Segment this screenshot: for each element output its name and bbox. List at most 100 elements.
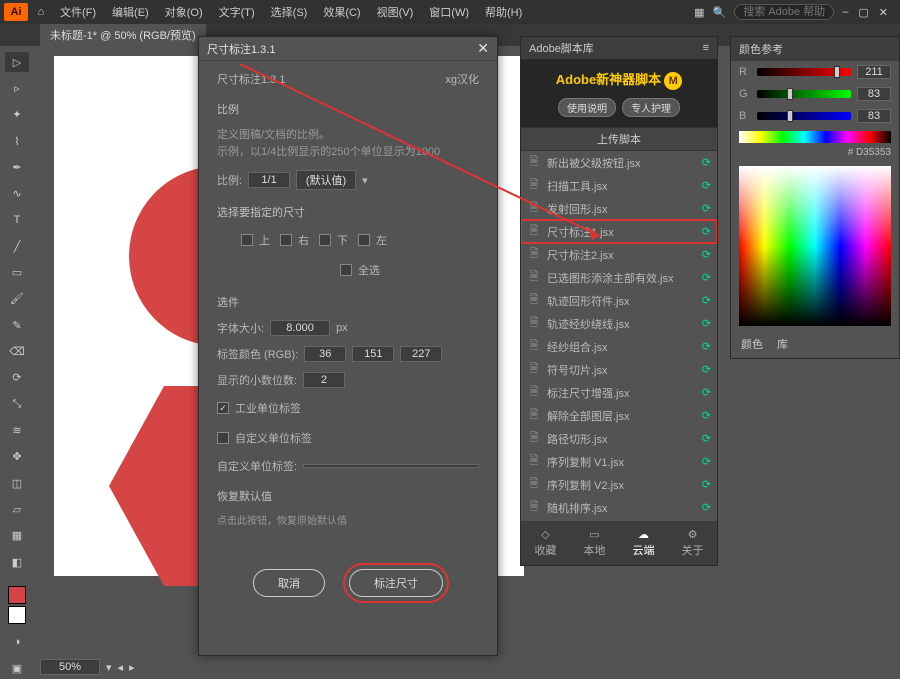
gradient-tool-icon[interactable]: ◧ [5,552,29,572]
download-icon[interactable]: ⟳ [702,478,711,491]
hex-value[interactable]: # D35353 [731,147,899,162]
chk-bottom[interactable] [319,234,331,246]
search-input[interactable] [734,4,834,20]
menu-select[interactable]: 选择(S) [265,1,314,23]
cancel-button[interactable]: 取消 [253,569,325,597]
download-icon[interactable]: ⟳ [702,156,711,169]
foot-favorite[interactable]: ◇收藏 [521,521,570,565]
font-size-input[interactable]: 8.000 [270,320,330,336]
close-icon[interactable]: ✕ [879,6,888,19]
script-row[interactable]: 🗎发射回形.jsx⟳ [521,197,717,220]
shape-builder-tool-icon[interactable]: ◫ [5,473,29,493]
download-icon[interactable]: ⟳ [702,294,711,307]
screen-mode-icon[interactable]: ▣ [5,659,29,679]
perspective-tool-icon[interactable]: ▱ [5,499,29,519]
width-tool-icon[interactable]: ≋ [5,420,29,440]
shaper-tool-icon[interactable]: ✎ [5,315,29,335]
r-slider[interactable] [757,68,851,76]
selection-tool-icon[interactable]: ▷ [5,52,29,72]
menu-help[interactable]: 帮助(H) [479,1,528,23]
line-tool-icon[interactable]: ╱ [5,236,29,256]
download-icon[interactable]: ⟳ [702,386,711,399]
script-row[interactable]: 🗎符号切片.jsx⟳ [521,358,717,381]
script-row[interactable]: 🗎轨迹经纱绕线.jsx⟳ [521,312,717,335]
script-row[interactable]: 🗎已选图形添涂主部有效.jsx⟳ [521,266,717,289]
rotate-tool-icon[interactable]: ⟳ [5,368,29,388]
foot-local[interactable]: ▭本地 [570,521,619,565]
download-icon[interactable]: ⟳ [702,225,711,238]
chevron-down-icon[interactable]: ▾ [362,174,368,187]
pen-tool-icon[interactable]: ✒ [5,157,29,177]
script-row[interactable]: 🗎序列复制 V2.jsx⟳ [521,473,717,496]
ratio-input[interactable]: 1/1 [248,172,290,188]
wand-tool-icon[interactable]: ✦ [5,105,29,125]
lasso-tool-icon[interactable]: ⌇ [5,131,29,151]
menu-type[interactable]: 文字(T) [213,1,261,23]
foot-cloud[interactable]: ☁云端 [619,521,668,565]
dialog-close-icon[interactable]: ✕ [477,40,489,57]
color-r-input[interactable]: 36 [304,346,346,362]
menu-effect[interactable]: 效果(C) [317,1,366,23]
rectangle-tool-icon[interactable]: ▭ [5,263,29,283]
g-value[interactable]: 83 [857,87,891,101]
zoom-level[interactable]: 50% [40,659,100,675]
zoom-dropdown-icon[interactable]: ▾ [106,661,112,674]
home-icon[interactable]: ⌂ [32,3,50,21]
draw-mode-icon[interactable]: ◑ [5,632,29,652]
tab-library[interactable]: 库 [777,336,788,352]
menu-file[interactable]: 文件(F) [54,1,102,23]
download-icon[interactable]: ⟳ [702,409,711,422]
script-row[interactable]: 🗎尺寸标注2.jsx⟳ [521,243,717,266]
color-g-input[interactable]: 151 [352,346,394,362]
script-list[interactable]: 🗎新出被父级按钮.jsx⟳🗎扫描工具.jsx⟳🗎发射回形.jsx⟳🗎尺寸标注1.… [521,151,717,565]
chk-industrial[interactable] [217,402,229,414]
chk-all[interactable] [340,264,352,276]
script-row[interactable]: 🗎新出被父级按钮.jsx⟳ [521,151,717,174]
minimize-icon[interactable]: – [842,6,848,19]
download-icon[interactable]: ⟳ [702,432,711,445]
download-icon[interactable]: ⟳ [702,271,711,284]
ratio-default-select[interactable]: (默认值) [296,170,356,190]
curvature-tool-icon[interactable]: ∿ [5,184,29,204]
brush-tool-icon[interactable]: 🖌 [5,289,29,309]
script-row[interactable]: 🗎路径切形.jsx⟳ [521,427,717,450]
download-icon[interactable]: ⟳ [702,317,711,330]
b-value[interactable]: 83 [857,109,891,123]
color-field[interactable] [739,166,891,326]
eraser-tool-icon[interactable]: ⌫ [5,341,29,361]
document-tab[interactable]: 未标题-1* @ 50% (RGB/预览) [40,24,206,46]
decimals-input[interactable]: 2 [303,372,345,388]
script-row[interactable]: 🗎标注尺寸增强.jsx⟳ [521,381,717,404]
g-slider[interactable] [757,90,851,98]
spectrum-strip[interactable] [739,131,891,143]
script-row[interactable]: 🗎解除全部图层.jsx⟳ [521,404,717,427]
tab-color[interactable]: 颜色 [741,336,763,352]
nav-right-icon[interactable]: ▸ [129,661,135,674]
download-icon[interactable]: ⟳ [702,248,711,261]
script-row[interactable]: 🗎随机排序.jsx⟳ [521,496,717,519]
fill-swatch[interactable] [8,586,26,604]
download-icon[interactable]: ⟳ [702,363,711,376]
download-icon[interactable]: ⟳ [702,501,711,514]
chip-usage[interactable]: 使用说明 [558,98,616,117]
mesh-tool-icon[interactable]: ▦ [5,526,29,546]
search-icon[interactable]: 🔍 [713,6,727,19]
download-icon[interactable]: ⟳ [702,179,711,192]
custom-unit-input[interactable] [303,464,479,468]
type-tool-icon[interactable]: T [5,210,29,230]
r-value[interactable]: 211 [857,65,891,79]
menu-view[interactable]: 视图(V) [371,1,420,23]
menu-window[interactable]: 窗口(W) [423,1,475,23]
free-transform-tool-icon[interactable]: ✥ [5,447,29,467]
script-row[interactable]: 🗎尺寸标注1.jsx⟳ [521,220,717,243]
maximize-icon[interactable]: ▢ [858,6,868,19]
ok-button[interactable]: 标注尺寸 [349,569,443,597]
download-icon[interactable]: ⟳ [702,340,711,353]
chip-support[interactable]: 专人护理 [622,98,680,117]
chk-top[interactable] [241,234,253,246]
chk-left[interactable] [358,234,370,246]
panel-menu-icon[interactable]: ≡ [703,42,709,54]
direct-select-tool-icon[interactable]: ▹ [5,78,29,98]
menu-object[interactable]: 对象(O) [159,1,209,23]
foot-about[interactable]: ⚙关于 [668,521,717,565]
